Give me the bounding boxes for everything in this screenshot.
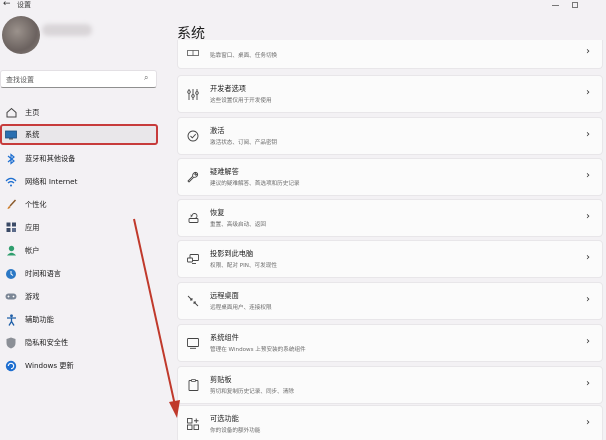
settings-card-remote-desktop[interactable]: 远程桌面 远程桌面用户、连接权限 › xyxy=(177,282,603,320)
maximize-button[interactable] xyxy=(572,2,578,8)
chevron-right-icon: › xyxy=(586,211,590,222)
user-profile[interactable] xyxy=(0,14,160,64)
sidebar-item-personalization[interactable]: 个性化 xyxy=(0,194,158,215)
chevron-right-icon: › xyxy=(586,170,590,181)
chevron-right-icon: › xyxy=(586,336,590,347)
search-icon[interactable]: ⌕ xyxy=(144,73,148,83)
system-components-icon xyxy=(186,336,200,350)
card-description: 建议的疑难解答、首选项和历史记录 xyxy=(210,181,300,187)
window-title: 设置 xyxy=(17,1,31,9)
sidebar-item-gaming[interactable]: 游戏 xyxy=(0,286,158,307)
sidebar-item-label: 辅助功能 xyxy=(25,314,54,324)
apps-icon xyxy=(5,222,17,234)
sidebar-item-label: 应用 xyxy=(25,222,40,232)
search-box[interactable]: ⌕ xyxy=(0,70,157,88)
card-title: 恢复 xyxy=(210,208,225,217)
settings-card-developer[interactable]: 开发者选项 这些设置仅用于开发使用 › xyxy=(177,75,603,113)
chevron-right-icon: › xyxy=(586,87,590,98)
optional-features-icon xyxy=(186,417,200,431)
sidebar-item-label: Windows 更新 xyxy=(25,360,74,370)
shield-icon xyxy=(5,337,17,349)
card-description: 剪切和复制历史记录、同步、清除 xyxy=(210,389,294,395)
settings-card-system-components[interactable]: 系统组件 管理在 Windows 上预安装的系统组件 › xyxy=(177,324,603,362)
title-bar: ← 设置 xyxy=(0,0,606,14)
sidebar-item-windows-update[interactable]: Windows 更新 xyxy=(0,355,158,376)
chevron-right-icon: › xyxy=(586,46,590,57)
card-description: 远程桌面用户、连接权限 xyxy=(210,305,272,311)
chevron-right-icon: › xyxy=(586,252,590,263)
card-description: 贴靠窗口、桌面、任务切换 xyxy=(210,53,278,59)
brush-icon xyxy=(5,199,17,211)
card-title: 激活 xyxy=(210,126,225,135)
search-input[interactable] xyxy=(6,73,136,86)
chevron-right-icon: › xyxy=(586,129,590,140)
card-title: 远程桌面 xyxy=(210,291,239,300)
sidebar-item-label: 个性化 xyxy=(25,199,47,209)
card-description: 你的设备的额外功能 xyxy=(210,428,261,434)
sidebar-item-system[interactable]: 系统 xyxy=(0,124,158,145)
gamepad-icon xyxy=(5,291,17,303)
sidebar-item-label: 主页 xyxy=(25,107,40,117)
recovery-icon xyxy=(186,211,200,225)
card-description: 管理在 Windows 上预安装的系统组件 xyxy=(210,347,306,353)
card-title: 剪贴板 xyxy=(210,375,232,384)
home-icon xyxy=(5,107,17,119)
projection-icon xyxy=(186,252,200,266)
chevron-right-icon: › xyxy=(586,294,590,305)
account-icon xyxy=(5,245,17,257)
sidebar-item-time-language[interactable]: 时间和语言 xyxy=(0,263,158,284)
sidebar-item-privacy[interactable]: 隐私和安全性 xyxy=(0,332,158,353)
sidebar-item-label: 网络和 Internet xyxy=(25,176,78,186)
settings-card-activation[interactable]: 激活 激活状态、订阅、产品密钥 › xyxy=(177,117,603,155)
card-title: 可选功能 xyxy=(210,414,239,423)
multitasking-icon xyxy=(186,46,200,60)
sidebar-item-home[interactable]: 主页 xyxy=(0,102,158,123)
card-description: 权限、配对 PIN、可发现性 xyxy=(210,263,277,269)
card-description: 激活状态、订阅、产品密钥 xyxy=(210,140,278,146)
sidebar-item-label: 系统 xyxy=(25,129,40,139)
sidebar-item-accounts[interactable]: 帐户 xyxy=(0,240,158,261)
globe-clock-icon xyxy=(5,268,17,280)
chevron-right-icon: › xyxy=(586,378,590,389)
card-title: 开发者选项 xyxy=(210,84,246,93)
sidebar-item-label: 隐私和安全性 xyxy=(25,337,69,347)
settings-card-clipboard[interactable]: 剪贴板 剪切和复制历史记录、同步、清除 › xyxy=(177,366,603,404)
windows-update-icon xyxy=(5,360,17,372)
system-icon xyxy=(5,129,17,141)
card-title: 投影到此电脑 xyxy=(210,249,254,258)
card-description: 重置、高级启动、返回 xyxy=(210,222,266,228)
accessibility-icon xyxy=(5,313,17,326)
sidebar-item-label: 游戏 xyxy=(25,291,40,301)
sidebar-item-label: 时间和语言 xyxy=(25,268,61,278)
minimize-button[interactable] xyxy=(552,5,559,6)
sidebar-item-accessibility[interactable]: 辅助功能 xyxy=(0,309,158,330)
settings-card-multitasking[interactable]: 贴靠窗口、桌面、任务切换 › xyxy=(177,40,603,69)
card-title: 系统组件 xyxy=(210,333,239,342)
chevron-right-icon: › xyxy=(586,417,590,428)
sidebar-item-label: 蓝牙和其他设备 xyxy=(25,153,76,163)
card-description: 这些设置仅用于开发使用 xyxy=(210,98,272,104)
clipboard-icon xyxy=(186,378,200,392)
activation-icon xyxy=(186,129,200,143)
sidebar-item-network[interactable]: 网络和 Internet xyxy=(0,171,158,192)
wrench-icon xyxy=(186,170,200,184)
network-icon xyxy=(5,176,17,188)
profile-name-blurred xyxy=(42,24,92,36)
remote-desktop-icon xyxy=(186,294,200,308)
sidebar-item-apps[interactable]: 应用 xyxy=(0,217,158,238)
card-title: 疑难解答 xyxy=(210,167,239,176)
settings-card-optional-features[interactable]: 可选功能 你的设备的额外功能 › xyxy=(177,405,603,440)
settings-card-projection[interactable]: 投影到此电脑 权限、配对 PIN、可发现性 › xyxy=(177,240,603,278)
settings-card-troubleshoot[interactable]: 疑难解答 建议的疑难解答、首选项和历史记录 › xyxy=(177,158,603,196)
avatar xyxy=(2,16,40,54)
sidebar-item-label: 帐户 xyxy=(25,245,40,255)
back-arrow-icon[interactable]: ← xyxy=(3,0,11,9)
settings-card-recovery[interactable]: 恢复 重置、高级启动、返回 › xyxy=(177,199,603,237)
bluetooth-icon xyxy=(5,152,17,165)
sidebar-item-bluetooth[interactable]: 蓝牙和其他设备 xyxy=(0,148,158,169)
developer-icon xyxy=(186,87,200,101)
